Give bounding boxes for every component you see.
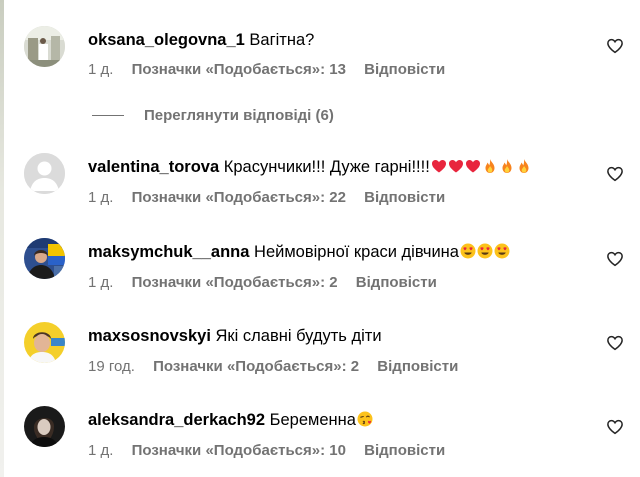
comment-meta: 1 д. Позначки «Подобається»: 13 Відповіс… <box>88 60 445 80</box>
comment-meta: 1 д. Позначки «Подобається»: 2 Відповіст… <box>88 273 437 293</box>
comment-line: aleksandra_derkach92 Беременна <box>88 409 373 431</box>
timestamp[interactable]: 19 год. <box>88 358 135 375</box>
heart-icon[interactable] <box>606 418 624 436</box>
emoji-group <box>356 411 373 429</box>
timestamp[interactable]: 1 д. <box>88 61 113 78</box>
username[interactable]: valentina_torova <box>88 158 219 176</box>
avatar[interactable] <box>24 322 65 363</box>
comment-line: maksymchuk__anna Неймовірної краси дівчи… <box>88 241 510 263</box>
fire-emoji <box>519 159 529 173</box>
timestamp[interactable]: 1 д. <box>88 189 113 206</box>
username[interactable]: maksymchuk__anna <box>88 243 249 261</box>
heart-icon[interactable] <box>606 165 624 183</box>
likes-count[interactable]: Позначки «Подобається»: 13 <box>132 61 346 78</box>
emoji-group <box>430 158 532 176</box>
comment-text: Які славні будуть діти <box>215 327 382 345</box>
comment-item: oksana_olegovna_1 Вагітна? 1 д. Позначки… <box>0 0 640 80</box>
comment-line: maxsosnovskyi Які славні будуть діти <box>88 325 382 347</box>
red-heart-emoji <box>448 160 463 173</box>
heart-eyes-emoji <box>460 243 476 259</box>
likes-count[interactable]: Позначки «Подобається»: 22 <box>132 189 346 206</box>
reply-button[interactable]: Відповісти <box>364 442 445 459</box>
replies-divider <box>92 114 124 116</box>
comment-text: Вагітна? <box>249 31 315 49</box>
comment-meta: 1 д. Позначки «Подобається»: 22 Відповіс… <box>88 188 445 208</box>
reply-button[interactable]: Відповісти <box>364 61 445 78</box>
username[interactable]: aleksandra_derkach92 <box>88 411 265 429</box>
comment-text: Красунчики!!! Дуже гарні!!!! <box>223 158 430 176</box>
fire-emoji <box>485 159 495 173</box>
comment-item: valentina_torova Красунчики!!! Дуже гарн… <box>0 128 640 208</box>
likes-count[interactable]: Позначки «Подобається»: 10 <box>132 442 346 459</box>
emoji-group <box>459 243 510 261</box>
red-heart-emoji <box>431 160 446 173</box>
comment-meta: 1 д. Позначки «Подобається»: 10 Відповіс… <box>88 441 445 461</box>
heart-icon[interactable] <box>606 250 624 268</box>
username[interactable]: maxsosnovskyi <box>88 327 211 345</box>
comment-item: maksymchuk__anna Неймовірної краси дівчи… <box>0 213 640 293</box>
reply-button[interactable]: Відповісти <box>377 358 458 375</box>
red-heart-emoji <box>465 160 480 173</box>
heart-icon[interactable] <box>606 334 624 352</box>
reply-button[interactable]: Відповісти <box>364 189 445 206</box>
kiss-emoji <box>357 411 373 427</box>
heart-eyes-emoji <box>494 243 510 259</box>
comment-meta: 19 год. Позначки «Подобається»: 2 Відпов… <box>88 357 458 377</box>
avatar[interactable] <box>24 238 65 279</box>
comment-item: aleksandra_derkach92 Беременна 1 д. Позн… <box>0 381 640 461</box>
view-replies-button[interactable]: Переглянути відповіді (6) <box>92 104 334 126</box>
heart-eyes-emoji <box>477 243 493 259</box>
username[interactable]: oksana_olegovna_1 <box>88 31 245 49</box>
avatar[interactable] <box>24 26 65 67</box>
comment-text: Беременна <box>269 411 356 429</box>
view-replies-label: Переглянути відповіді (6) <box>144 106 334 124</box>
timestamp[interactable]: 1 д. <box>88 274 113 291</box>
heart-icon[interactable] <box>606 37 624 55</box>
comment-line: valentina_torova Красунчики!!! Дуже гарн… <box>88 156 532 178</box>
reply-button[interactable]: Відповісти <box>356 274 437 291</box>
comment-text: Неймовірної краси дівчина <box>254 243 459 261</box>
comment-item: maxsosnovskyi Які славні будуть діти 19 … <box>0 297 640 377</box>
likes-count[interactable]: Позначки «Подобається»: 2 <box>132 274 338 291</box>
avatar[interactable] <box>24 406 65 447</box>
comment-line: oksana_olegovna_1 Вагітна? <box>88 29 314 51</box>
fire-emoji <box>502 159 512 173</box>
timestamp[interactable]: 1 д. <box>88 442 113 459</box>
likes-count[interactable]: Позначки «Подобається»: 2 <box>153 358 359 375</box>
avatar[interactable] <box>24 153 65 194</box>
